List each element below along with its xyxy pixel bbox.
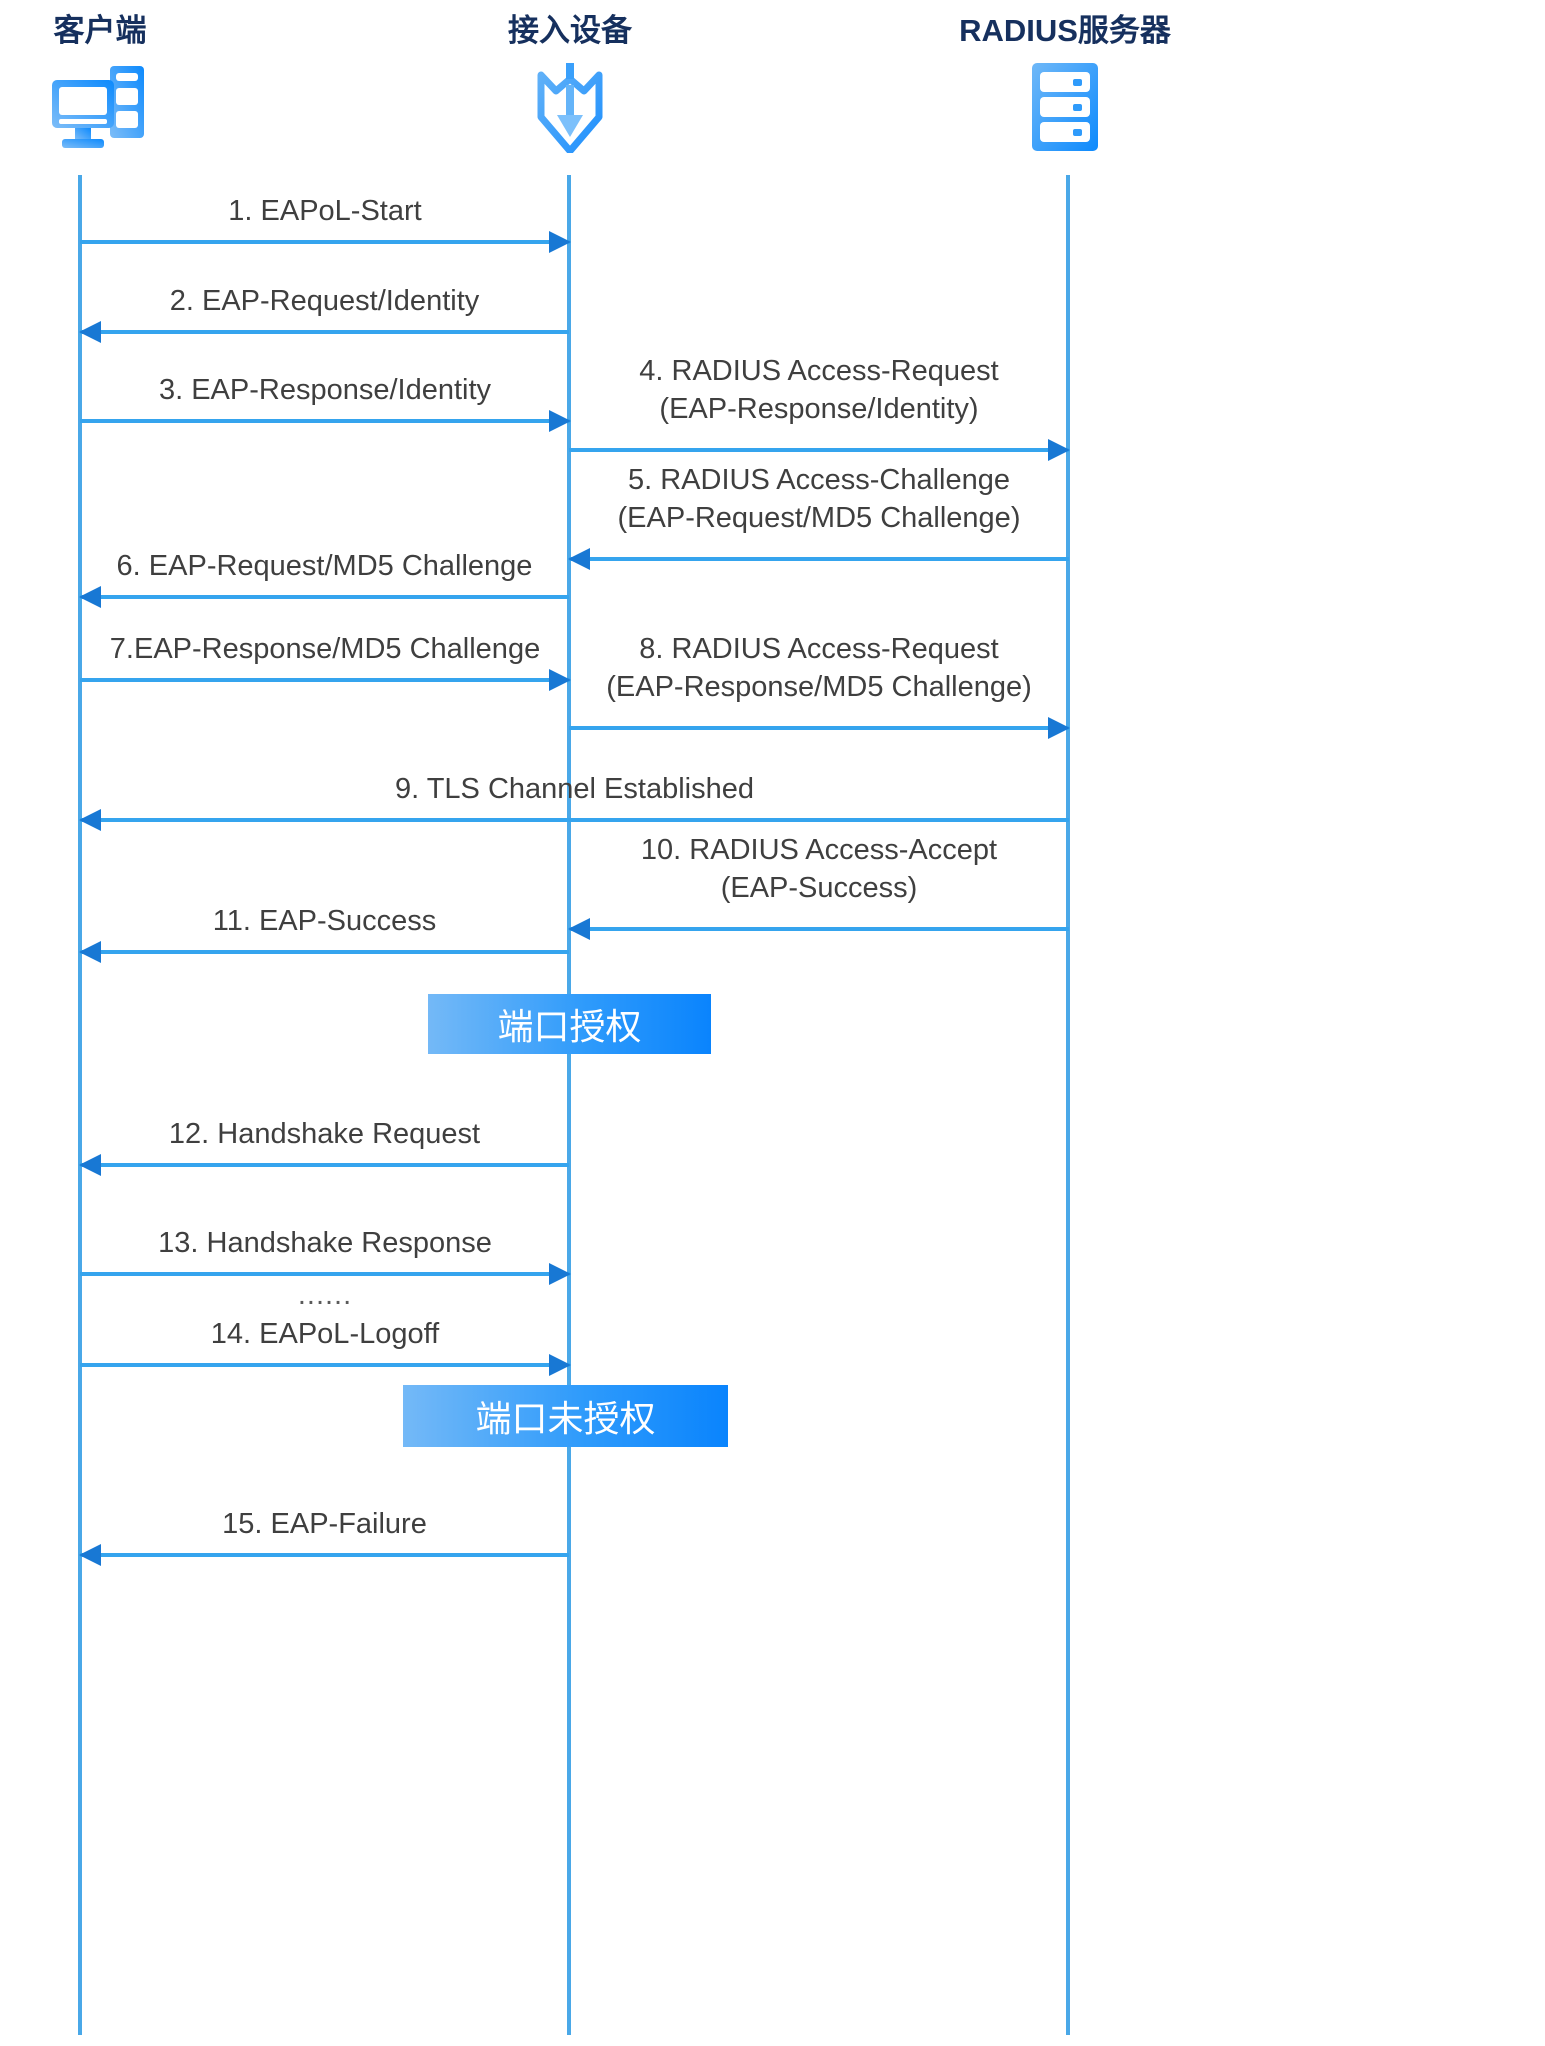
message-14-ellipsis: ...... — [297, 1279, 353, 1311]
actor-client-label: 客户端 — [53, 13, 147, 48]
message-14-label: 14. EAPoL-Logoff — [210, 1318, 440, 1350]
sequence-diagram: 客户端 接入设备 RADIUS服务器 1. EAPoL-Start 2. EAP… — [0, 0, 1545, 2046]
access-device-shield-arrow-icon — [370, 62, 770, 154]
message-3-label: 3. EAP-Response/Identity — [158, 374, 492, 406]
actor-device-label: 接入设备 — [508, 13, 632, 48]
state-box-authorized-label: 端口授权 — [497, 1006, 642, 1047]
actor-client: 客户端 — [0, 13, 300, 152]
actor-radius: RADIUS服务器 — [865, 13, 1265, 152]
message-7-label: 7.EAP-Response/MD5 Challenge — [109, 633, 541, 665]
state-box-authorized: 端口授权 — [428, 994, 711, 1054]
message-2-label: 2. EAP-Request/Identity — [169, 285, 480, 317]
lifeline-client — [78, 175, 82, 2035]
message-8-label: 8. RADIUS Access-Request (EAP-Response/M… — [606, 633, 1032, 704]
message-12-label: 12. Handshake Request — [168, 1118, 481, 1150]
actor-device: 接入设备 — [370, 13, 770, 154]
actor-radius-label: RADIUS服务器 — [959, 13, 1171, 48]
message-15-label: 15. EAP-Failure — [222, 1508, 427, 1540]
server-rack-icon — [865, 62, 1265, 152]
message-4-label: 4. RADIUS Access-Request (EAP-Response/I… — [639, 355, 999, 426]
message-10-label: 10. RADIUS Access-Accept (EAP-Success) — [640, 834, 998, 905]
message-5-label: 5. RADIUS Access-Challenge (EAP-Request/… — [617, 464, 1021, 535]
state-box-unauthorized-label: 端口未授权 — [475, 1398, 656, 1439]
state-box-unauthorized: 端口未授权 — [403, 1385, 728, 1447]
message-9-label: 9. TLS Channel Established — [395, 773, 754, 805]
message-13-label: 13. Handshake Response — [158, 1227, 492, 1259]
lifeline-device — [567, 175, 571, 2035]
message-6-label: 6. EAP-Request/MD5 Challenge — [116, 550, 533, 582]
desktop-computer-icon — [0, 62, 300, 152]
message-1-label: 1. EAPoL-Start — [228, 195, 422, 227]
message-11-label: 11. EAP-Success — [212, 905, 437, 937]
